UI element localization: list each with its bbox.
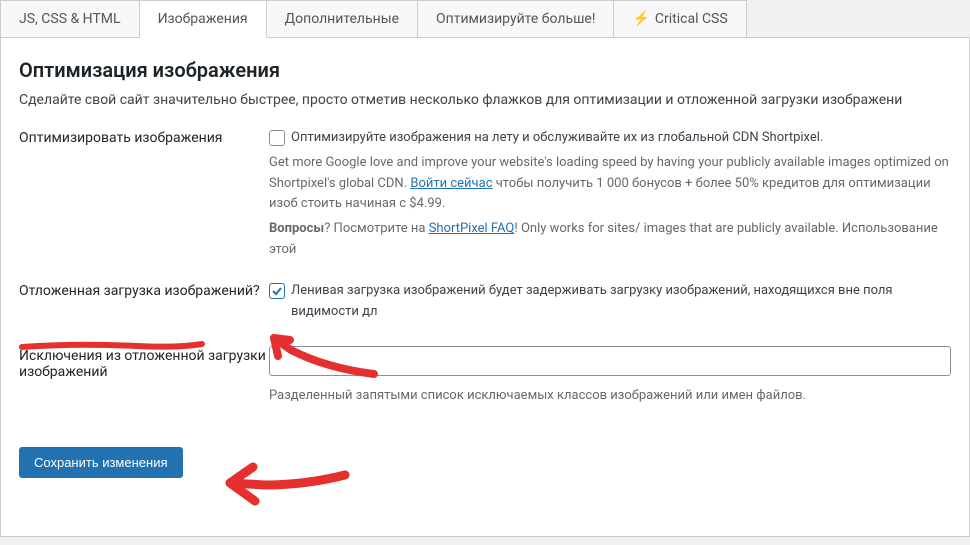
tab-optimize-more[interactable]: Оптимизируйте больше! <box>418 0 614 38</box>
checkbox-lazy-load-label: Ленивая загрузка изображений будет задер… <box>291 281 951 323</box>
row-lazy-load: Отложенная загрузка изображений? Ленивая… <box>19 281 951 327</box>
lightning-icon: ⚡ <box>632 11 649 27</box>
row-optimize-images: Оптимизировать изображения Оптимизируйте… <box>19 128 951 261</box>
exclude-help: Разделенный запятыми список исключаемых … <box>269 386 951 407</box>
settings-panel: Оптимизация изображения Сделайте свой са… <box>0 37 970 537</box>
tab-critical-css-label: Critical CSS <box>655 11 728 27</box>
checkbox-optimize-images-label: Оптимизируйте изображения на лету и обсл… <box>291 128 823 149</box>
label-exclude: Исключения из отложенной загрузки изобра… <box>19 346 269 380</box>
tab-images[interactable]: Изображения <box>140 0 267 38</box>
intro-text: Сделайте свой сайт значительно быстрее, … <box>19 92 951 108</box>
exclude-input[interactable] <box>269 346 951 376</box>
row-exclude: Исключения из отложенной загрузки изобра… <box>19 346 951 407</box>
label-optimize-images: Оптимизировать изображения <box>19 128 269 146</box>
optimize-images-questions: Вопросы? Посмотрите на ShortPixel FAQ! O… <box>269 219 951 261</box>
faq-link[interactable]: ShortPixel FAQ <box>429 221 515 236</box>
save-button[interactable]: Сохранить изменения <box>19 447 183 478</box>
tab-critical-css[interactable]: ⚡ Critical CSS <box>614 0 746 38</box>
tab-extra[interactable]: Дополнительные <box>267 0 418 38</box>
checkbox-lazy-load[interactable] <box>269 283 285 299</box>
label-lazy-load: Отложенная загрузка изображений? <box>19 281 269 299</box>
login-link[interactable]: Войти сейчас <box>410 176 492 191</box>
checkbox-optimize-images[interactable] <box>269 130 285 146</box>
page-title: Оптимизация изображения <box>19 58 951 82</box>
tab-js-css-html[interactable]: JS, CSS & HTML <box>0 0 140 38</box>
tabs-nav: JS, CSS & HTML Изображения Дополнительны… <box>0 0 970 38</box>
optimize-images-desc: Get more Google love and improve your we… <box>269 153 951 215</box>
